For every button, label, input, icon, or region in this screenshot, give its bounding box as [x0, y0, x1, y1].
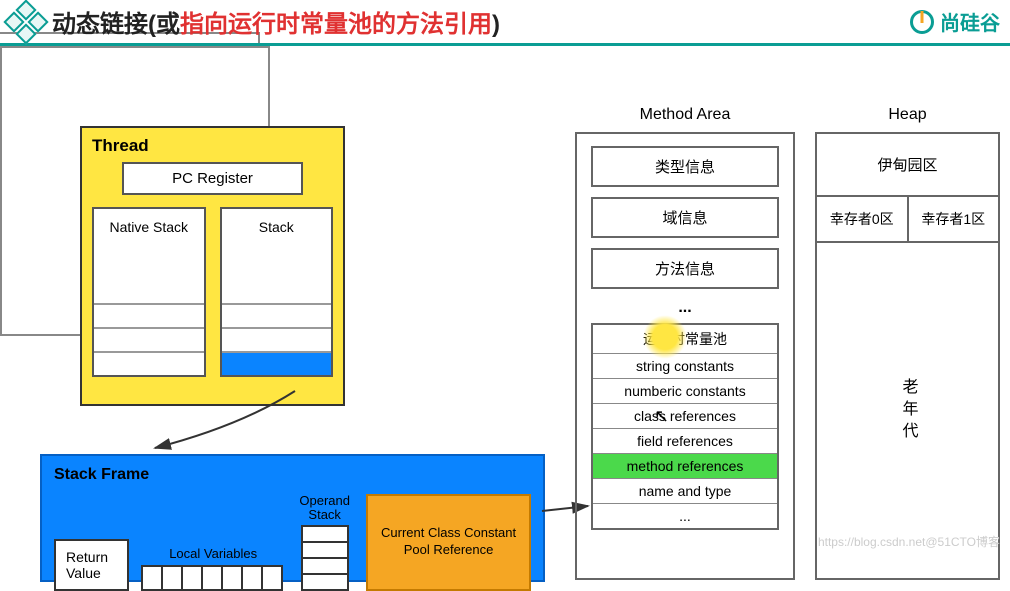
heap: Heap 伊甸园区 幸存者0区 幸存者1区 老年代 [815, 106, 1000, 586]
type-info: 类型信息 [591, 146, 779, 187]
title-black2: ) [492, 11, 500, 38]
stack-frame-title: Stack Frame [54, 466, 531, 484]
active-frame-slot [222, 351, 332, 375]
title-black: 动态链接(或 [52, 11, 180, 38]
stack-frame: Stack Frame Return Value Local Variables… [40, 454, 545, 582]
logo-icon [3, 0, 48, 44]
method-info: 方法信息 [591, 248, 779, 289]
diagram-canvas: Thread PC Register Native Stack Stack St… [0, 46, 1010, 556]
local-variables-label: Local Variables [169, 546, 257, 561]
method-area: Method Area 类型信息 域信息 方法信息 ... 运行时常量池 str… [575, 106, 795, 586]
pool-string-constants: string constants [593, 354, 777, 379]
operand-stack: Operand Stack [297, 494, 352, 591]
brand-label: 尚硅谷 [940, 7, 1000, 36]
page-title: 动态链接(或指向运行时常量池的方法引用) [52, 4, 500, 39]
native-stack-label: Native Stack [94, 209, 204, 303]
vm-stack: Stack [220, 207, 334, 377]
pool-numeric-constants: numberic constants [593, 379, 777, 404]
native-stack: Native Stack [92, 207, 206, 377]
field-info: 域信息 [591, 197, 779, 238]
survivor-row: 幸存者0区 幸存者1区 [817, 197, 998, 243]
stack-label: Stack [222, 209, 332, 303]
eden-space: 伊甸园区 [817, 134, 998, 197]
pool-dots: ... [593, 504, 777, 528]
thread-box: Thread PC Register Native Stack Stack [80, 126, 345, 406]
ma-dots: ... [591, 299, 779, 317]
thread-label: Thread [92, 136, 333, 156]
brand: 尚硅谷 [910, 7, 1000, 36]
pool-class-references: class references [593, 404, 777, 429]
survivor-1: 幸存者1区 [909, 197, 999, 241]
heap-title: Heap [815, 106, 1000, 124]
watermark: https://blog.csdn.net@51CTO博客 [818, 533, 1000, 550]
pool-name-and-type: name and type [593, 479, 777, 504]
pool-title: 运行时常量池 [593, 325, 777, 354]
title-red: 指向运行时常量池的方法引用 [180, 11, 492, 38]
local-variables: Local Variables [143, 546, 283, 591]
header: 动态链接(或指向运行时常量池的方法引用) 尚硅谷 [0, 0, 1010, 46]
survivor-0: 幸存者0区 [817, 197, 909, 241]
method-area-title: Method Area [575, 106, 795, 124]
pc-register: PC Register [122, 162, 303, 195]
return-value: Return Value [54, 539, 129, 591]
pool-method-references: method references [593, 454, 777, 479]
brand-icon [910, 10, 934, 34]
runtime-constant-pool: 运行时常量池 string constants numberic constan… [591, 323, 779, 530]
pool-field-references: field references [593, 429, 777, 454]
constant-pool-reference: Current Class Constant Pool Reference [366, 494, 531, 591]
operand-stack-label: Operand Stack [297, 494, 352, 523]
old-gen: 老年代 [817, 243, 998, 578]
